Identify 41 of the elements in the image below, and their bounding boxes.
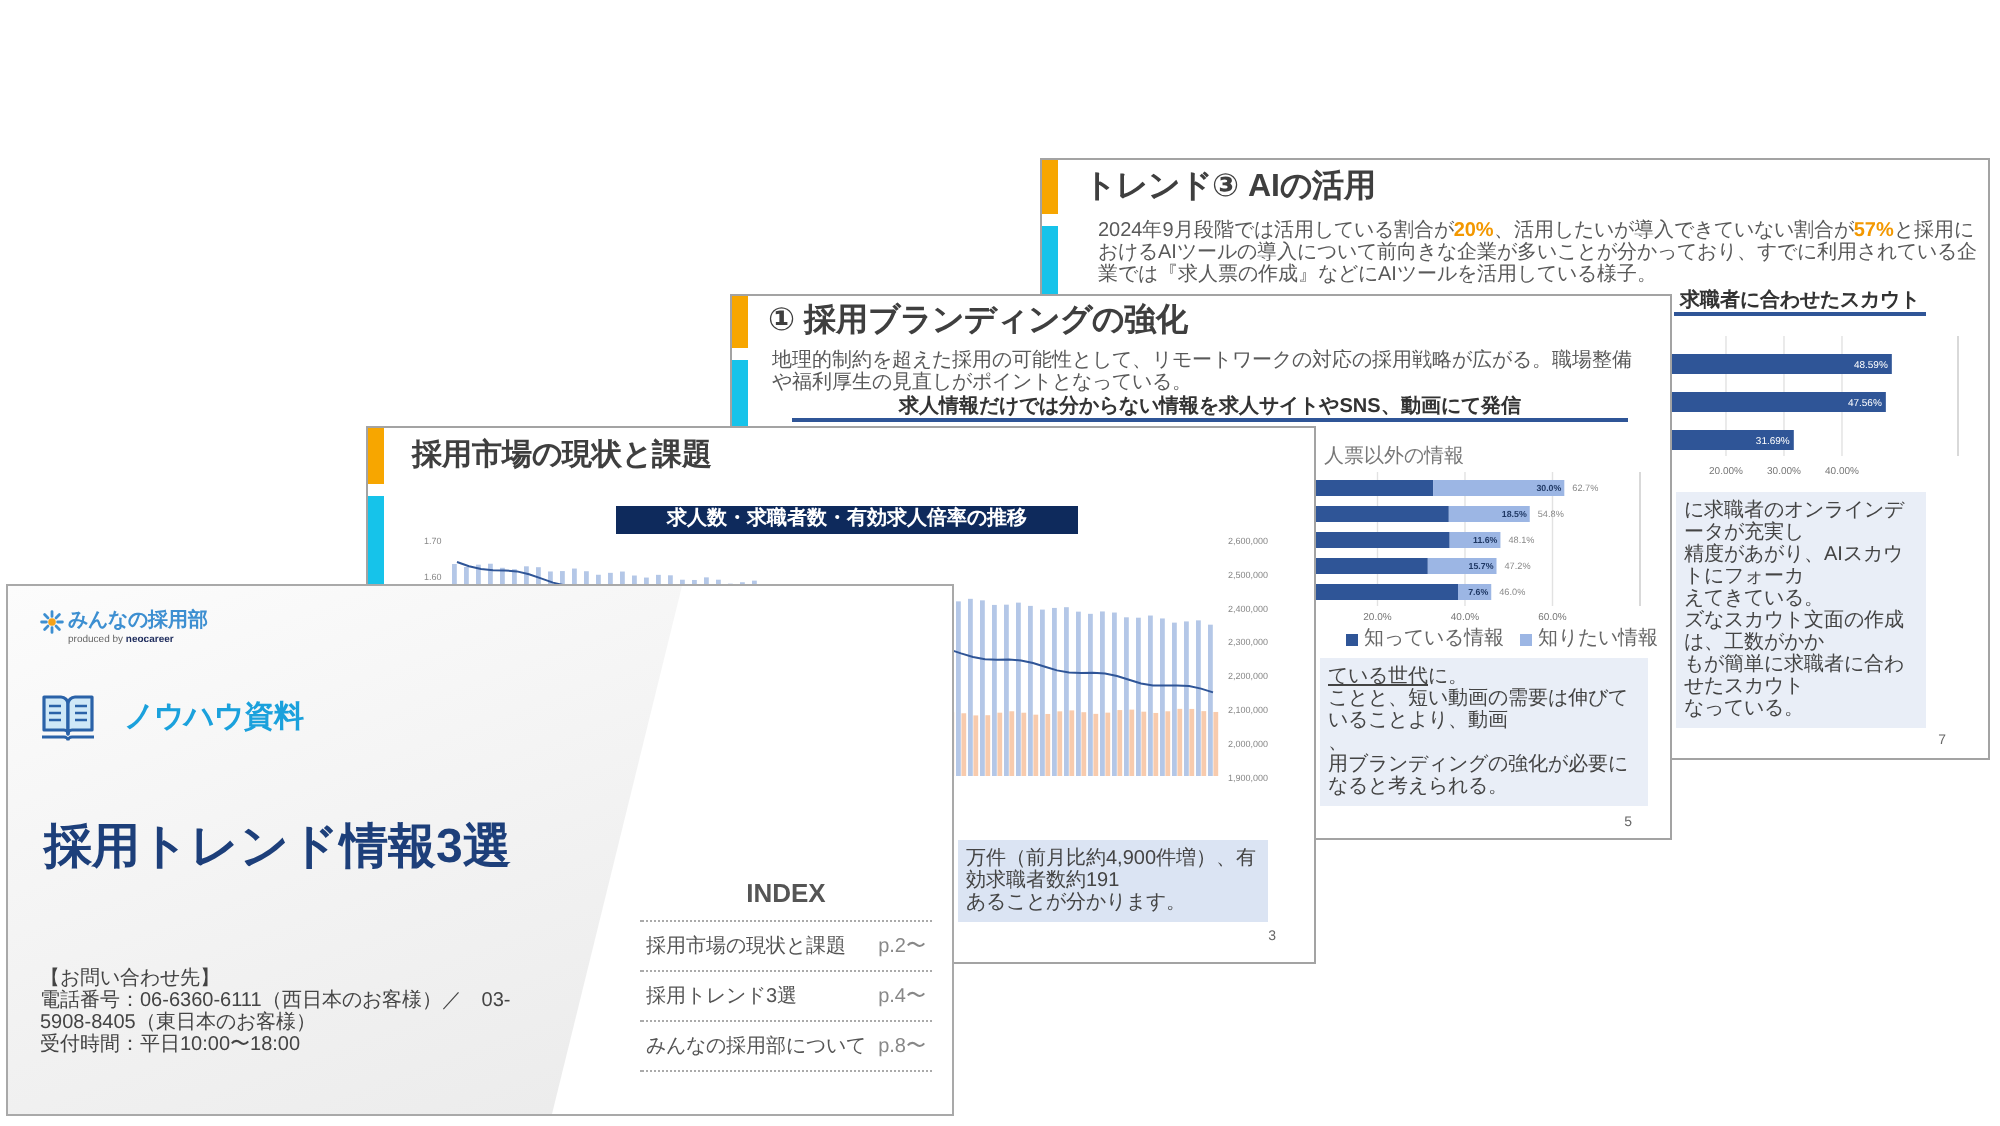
note-text: えてきている。 <box>1684 588 1824 610</box>
note-text: 、 <box>1328 732 1350 754</box>
slide-title: トレンド③ AIの活用 <box>1084 167 1376 208</box>
index-title: INDEX <box>744 880 828 908</box>
note-text: ことと、短い動画の需要は伸びていることより、動画 <box>1328 688 1630 732</box>
index-entry: 採用トレンド3選 <box>646 985 798 1007</box>
page-reference: p.4〜 <box>878 985 926 1007</box>
slide-title: ① 採用ブランディングの強化 <box>768 300 1188 342</box>
category-label: ノウハウ資料 <box>124 700 304 736</box>
page-reference: p.2〜 <box>878 935 926 957</box>
note-text: に求職者のオンラインデータが充実し <box>1684 500 1907 544</box>
index-entry: 採用市場の現状と課題 <box>646 935 846 957</box>
section-heading: 求職者に合わせたスカウト <box>1674 290 1926 316</box>
note-text: ている世代に。 <box>1328 666 1470 688</box>
document-title: 採用トレンド情報3選 <box>44 818 511 878</box>
note-text: 精度があがり、AIスカウトにフォーカ <box>1684 544 1905 588</box>
note-text: もが簡単に求職者に合わせたスカウト <box>1684 654 1906 698</box>
lead-text: 2024年9月段階では活用している割合が20%、活用したいが導入できていない割合が57%と採用におけるAIツールの導入について前向きな企業が多いことが分かっており、すでに利用されている企業では『求人票の作成』などにAIツールを活用している様子。 <box>1098 220 1978 286</box>
page-reference: p.8〜 <box>878 1035 926 1057</box>
note-text: 用ブランディングの強化が必要になると考えられる。 <box>1328 754 1630 798</box>
starburst-icon <box>40 609 64 633</box>
title-accent-bar <box>1042 160 1058 214</box>
contact-text: 電話番号：06-6360-6111（西日本のお客様）／ 03-5908-8405（東日本のお客様） <box>40 990 513 1034</box>
slide-title: 採用市場の現状と課題 <box>412 436 712 476</box>
note-text: なっている。 <box>1684 698 1806 720</box>
note-text: ズなスカウト文面の作成は、工数がかか <box>1684 610 1906 654</box>
lead-text: 地理的制約を超えた採用の可能性として、リモートワークの対応の採用戦略が広がる。職場整備や福利厚生の見直しがポイントとなっている。 <box>772 352 1634 394</box>
brand-name: みんなの採用部 <box>68 609 208 633</box>
chart-title: 人票以外の情報 <box>1324 446 1464 468</box>
note-text: 万件（前月比約4,900件増）、有効求職者数約191 <box>966 848 1259 892</box>
legend-label: 知っている情報 <box>1364 628 1504 650</box>
note-text: あることが分かります。 <box>966 892 1188 914</box>
section-heading: 求人情報だけでは分からない情報を求人サイトやSNS、動画にて発信 <box>792 396 1628 422</box>
contact-heading: 【お問い合わせ先】 <box>40 968 222 990</box>
title-accent-bar <box>368 428 384 484</box>
book-icon <box>40 692 96 744</box>
title-accent-bar <box>732 296 748 348</box>
chart-title-banner: 求人数・求職者数・有効求人倍率の推移 <box>616 506 1078 534</box>
legend-label: 知りたい情報 <box>1538 628 1658 650</box>
contact-text: 受付時間：平日10:00〜18:00 <box>40 1034 303 1056</box>
index-entry: みんなの採用部について <box>646 1035 866 1057</box>
